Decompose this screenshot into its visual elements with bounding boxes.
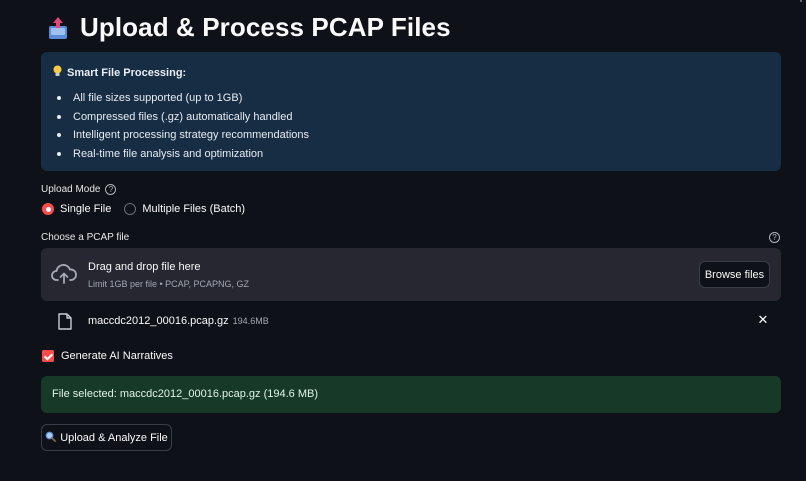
radio-unselected-indicator[interactable]: [124, 203, 137, 215]
dropzone-title: Drag and drop file here: [88, 261, 201, 273]
help-icon[interactable]: ?: [105, 184, 117, 195]
uploaded-file-name: maccdc2012_00016.pcap.gz 194.6MB: [88, 315, 269, 327]
cloud-upload-icon: [51, 263, 77, 285]
page-header: Upload & Process PCAP Files: [47, 12, 451, 43]
uploaded-file-row: maccdc2012_00016.pcap.gz 194.6MB ✕: [41, 311, 781, 333]
radio-multiple-files[interactable]: Multiple Files (Batch): [124, 203, 245, 215]
file-dropzone[interactable]: Drag and drop file here Limit 1GB per fi…: [41, 248, 781, 301]
info-panel: Smart File Processing: All file sizes su…: [41, 52, 781, 171]
uploaded-file-size: 194.6MB: [232, 316, 269, 326]
browse-files-button[interactable]: Browse files: [699, 261, 770, 288]
inbox-upload-icon: [47, 15, 69, 41]
file-uploader-label: Choose a PCAP file: [41, 232, 130, 243]
list-item: Real-time file analysis and optimization: [55, 147, 309, 166]
list-item: Intelligent processing strategy recommen…: [55, 128, 309, 147]
info-heading-text: Smart File Processing:: [67, 66, 187, 79]
upload-mode-radio-group: Single File Multiple Files (Batch): [42, 203, 258, 215]
close-icon[interactable]: ✕: [757, 313, 769, 326]
dropzone-subtitle: Limit 1GB per file • PCAP, PCAPNG, GZ: [88, 279, 250, 289]
help-icon[interactable]: ?: [769, 232, 780, 243]
upload-mode-label: Upload Mode ?: [41, 184, 117, 195]
list-item: Compressed files (.gz) automatically han…: [55, 110, 309, 129]
magnifier-icon: [45, 431, 57, 445]
info-list: All file sizes supported (up to 1GB) Com…: [55, 91, 309, 165]
upload-analyze-button[interactable]: Upload & Analyze File: [41, 424, 172, 451]
file-selected-text: File selected: maccdc2012_00016.pcap.gz …: [52, 388, 318, 400]
lightbulb-icon: [53, 65, 62, 80]
info-heading: Smart File Processing:: [53, 65, 186, 80]
checkbox-checked-indicator[interactable]: [42, 350, 54, 362]
radio-selected-indicator[interactable]: [42, 203, 54, 215]
radio-single-file[interactable]: Single File: [42, 203, 111, 215]
page-title: Upload & Process PCAP Files: [80, 12, 451, 42]
list-item: All file sizes supported (up to 1GB): [55, 91, 309, 110]
corner-indicator: [800, 0, 802, 2]
file-selected-alert: File selected: maccdc2012_00016.pcap.gz …: [41, 376, 781, 413]
file-icon: [58, 313, 72, 330]
generate-narratives-checkbox[interactable]: Generate AI Narratives: [42, 350, 173, 362]
